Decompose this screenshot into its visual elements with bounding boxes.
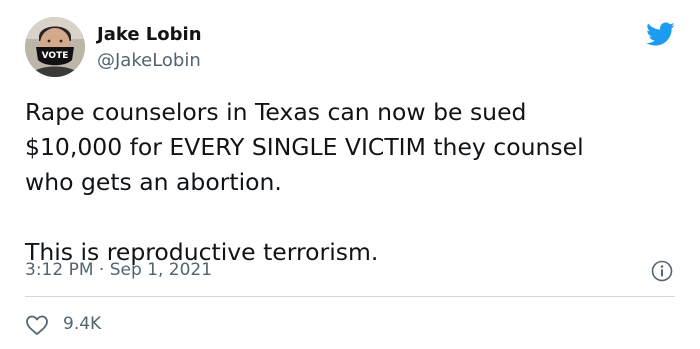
tweet-text-line: $10,000 for EVERY SINGLE VICTIM they cou…: [25, 133, 584, 161]
tweet-text-line: Rape counselors in Texas can now be sued: [25, 98, 527, 126]
heart-icon[interactable]: [25, 314, 49, 336]
avatar-image: VOTE: [25, 17, 85, 77]
tweet-card: VOTE Jake Lobin @JakeLobin Rape counselo…: [0, 0, 700, 349]
tweet-timestamp[interactable]: 3:12 PM · Sep 1, 2021: [25, 260, 212, 280]
avatar-mask-text: VOTE: [42, 51, 69, 61]
author-name[interactable]: Jake Lobin: [97, 25, 202, 45]
author-handle[interactable]: @JakeLobin: [97, 51, 201, 71]
divider: [25, 296, 675, 297]
twitter-bird-icon[interactable]: [643, 19, 677, 49]
info-icon[interactable]: [651, 260, 673, 282]
tweet-text: Rape counselors in Texas can now be sued…: [25, 95, 685, 270]
avatar[interactable]: VOTE: [25, 17, 85, 77]
like-count: 9.4K: [63, 314, 102, 334]
tweet-text-line: who gets an abortion.: [25, 168, 282, 196]
